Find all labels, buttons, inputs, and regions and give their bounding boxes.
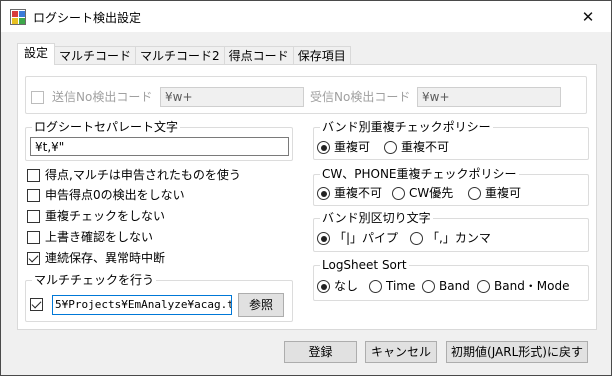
close-button[interactable]: ✕ <box>565 1 611 32</box>
cw-phone-allow-radio[interactable] <box>468 187 481 200</box>
sort-band-mode-label: Band・Mode <box>494 279 570 293</box>
band-sep-comma-radio[interactable] <box>410 232 423 245</box>
browse-button[interactable]: 参照 <box>238 293 284 317</box>
sort-time-radio[interactable] <box>369 280 382 293</box>
cw-phone-group: CW、PHONE重複チェックポリシー 重複不可 CW優先 重複可 <box>313 166 589 206</box>
cw-phone-cw-first-label: CW優先 <box>409 186 454 200</box>
skip-zero-score-checkbox[interactable] <box>27 189 40 202</box>
recv-no-field[interactable]: ¥w+ <box>417 87 561 107</box>
recv-no-label: 受信No検出コード <box>310 90 411 104</box>
separator-group: ログシートセパレート文字 ¥t,¥" <box>25 119 293 161</box>
register-button[interactable]: 登録 <box>284 341 357 363</box>
band-sep-pipe-label: 「|」パイプ <box>334 231 399 245</box>
close-icon: ✕ <box>581 7 595 26</box>
send-no-field[interactable]: ¥w+ <box>160 87 304 107</box>
cw-phone-deny-label: 重複不可 <box>334 186 383 200</box>
band-sep-legend: バンド別区切り文字 <box>320 210 433 226</box>
cw-phone-cw-first-radio[interactable] <box>392 187 405 200</box>
band-dup-allow-radio[interactable] <box>317 141 330 154</box>
multi-file-path-field[interactable]: 5¥Projects¥EmAnalyze¥acag.txt <box>52 295 232 315</box>
sort-time-label: Time <box>386 279 416 293</box>
band-sep-pipe-radio[interactable] <box>317 232 330 245</box>
band-dup-deny-radio[interactable] <box>384 141 397 154</box>
continuous-save-checkbox[interactable] <box>27 252 40 265</box>
reset-defaults-button[interactable]: 初期値(JARL形式)に戻す <box>446 341 588 363</box>
use-declared-score-checkbox[interactable] <box>27 169 40 182</box>
cancel-button[interactable]: キャンセル <box>365 341 437 363</box>
tab-score-code[interactable]: 得点コード <box>223 46 294 65</box>
window-title: ログシート検出設定 <box>33 11 142 25</box>
band-dup-deny-label: 重複不可 <box>401 140 450 154</box>
skip-overwrite-confirm-checkbox[interactable] <box>27 231 40 244</box>
skip-dup-check-checkbox[interactable] <box>27 210 40 223</box>
tab-multi-code[interactable]: マルチコード <box>54 46 137 65</box>
send-no-label: 送信No検出コード <box>52 90 153 104</box>
continuous-save-label: 連続保存、異常時中断 <box>45 251 166 265</box>
skip-overwrite-confirm-label: 上書き確認をしない <box>45 230 154 244</box>
sort-none-radio[interactable] <box>317 280 330 293</box>
sort-band-radio[interactable] <box>422 280 435 293</box>
logsheet-sort-group: LogSheet Sort なし Time Band Band・Mode <box>313 257 589 301</box>
tab-settings[interactable]: 設定 <box>17 43 56 65</box>
cw-phone-deny-radio[interactable] <box>317 187 330 200</box>
separator-legend: ログシートセパレート文字 <box>32 119 181 135</box>
logsheet-sort-legend: LogSheet Sort <box>320 257 409 273</box>
band-dup-group: バンド別重複チェックポリシー 重複可 重複不可 <box>313 119 589 160</box>
tab-strip: 設定 マルチコード マルチコード2 得点コード 保存項目 <box>17 43 351 65</box>
title-bar: ログシート検出設定 ✕ <box>1 1 611 32</box>
band-sep-group: バンド別区切り文字 「|」パイプ 「,」カンマ <box>313 210 589 252</box>
app-icon <box>10 9 26 25</box>
settings-window: ログシート検出設定 ✕ 設定 マルチコード マルチコード2 得点コード 保存項目… <box>0 0 612 376</box>
tab-multi-code-2[interactable]: マルチコード2 <box>135 46 225 65</box>
multi-check-checkbox[interactable] <box>30 298 43 311</box>
sort-none-label: なし <box>334 279 359 293</box>
use-declared-score-label: 得点,マルチは申告されたものを使う <box>45 168 241 182</box>
multi-check-group: マルチチェックを行う 5¥Projects¥EmAnalyze¥acag.txt… <box>25 272 293 322</box>
band-dup-allow-label: 重複可 <box>334 140 371 154</box>
settings-panel: 送信No検出コード ¥w+ 受信No検出コード ¥w+ ログシートセパレート文字… <box>17 64 597 330</box>
detect-code-group: 送信No検出コード ¥w+ 受信No検出コード ¥w+ <box>25 76 587 114</box>
cw-phone-allow-label: 重複可 <box>485 186 522 200</box>
tab-save-items[interactable]: 保存項目 <box>292 46 351 65</box>
send-no-checkbox[interactable] <box>31 91 44 104</box>
band-sep-comma-label: 「,」カンマ <box>427 231 491 245</box>
skip-zero-score-label: 申告得点0の検出をしない <box>45 188 185 202</box>
multi-check-legend: マルチチェックを行う <box>32 272 157 288</box>
separator-field[interactable]: ¥t,¥" <box>30 137 289 156</box>
band-dup-legend: バンド別重複チェックポリシー <box>320 119 493 135</box>
sort-band-mode-radio[interactable] <box>477 280 490 293</box>
sort-band-label: Band <box>439 279 470 293</box>
skip-dup-check-label: 重複チェックをしない <box>45 209 166 223</box>
cw-phone-legend: CW、PHONE重複チェックポリシー <box>320 166 519 182</box>
